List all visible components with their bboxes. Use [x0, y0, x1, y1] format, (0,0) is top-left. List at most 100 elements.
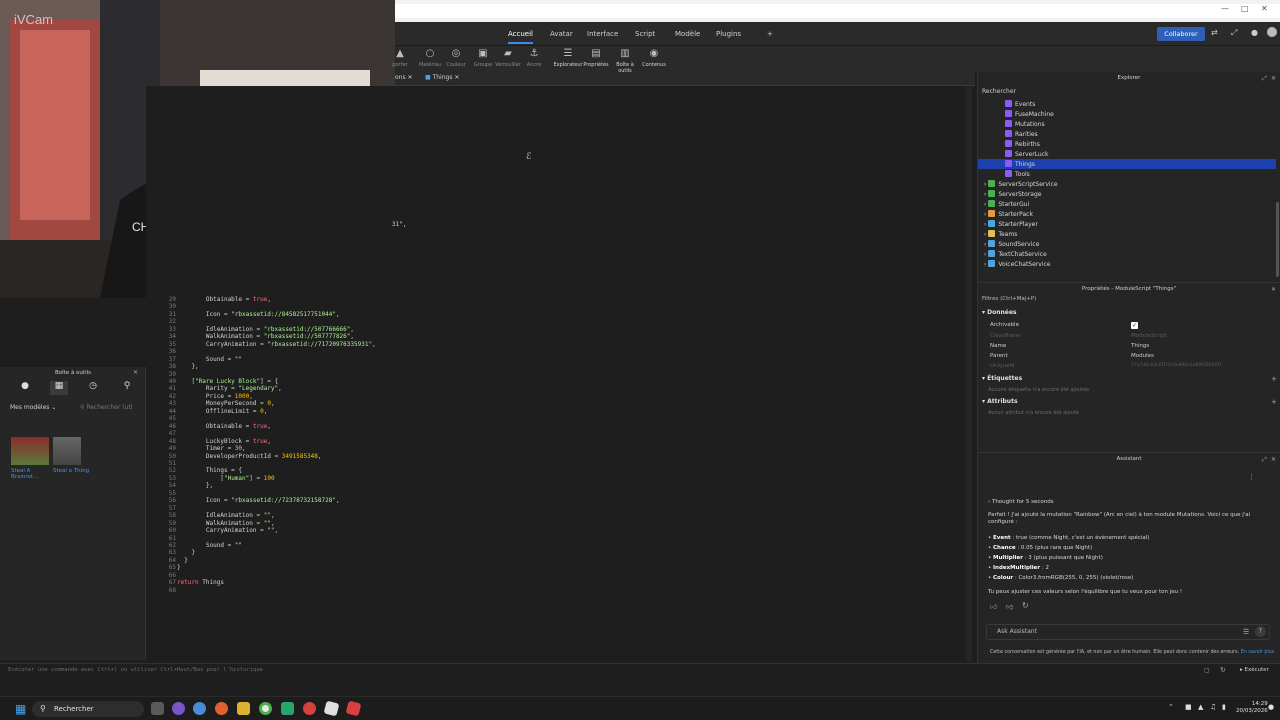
explorer-item-textchatservice[interactable]: › TextChatService [984, 250, 1047, 260]
command-bar[interactable]: Exécuter une commande avec Ctrl+) ou uti… [0, 663, 1280, 677]
model-steal-a-brainrot[interactable]: Steal A Brainrot... [11, 437, 51, 480]
bookmark-icon[interactable]: ▢ [1204, 667, 1210, 674]
roblox-studio-icon[interactable] [323, 700, 340, 717]
undock-icon[interactable]: ⤢ [1262, 456, 1267, 464]
section-tags[interactable]: ▾ Étiquettes [982, 375, 1022, 382]
editor-tab-partial[interactable]: ons ✕ [395, 74, 413, 81]
close-tab-icon[interactable]: ✕ [454, 74, 459, 81]
collaborate-button[interactable]: Collaborer [1157, 27, 1205, 41]
avatar[interactable] [1267, 27, 1277, 37]
explorer-item-starterplayer[interactable]: › StarterPlayer [984, 220, 1038, 230]
code-content[interactable]: Obtainable = true, Icon = "rbxassetid://… [177, 296, 376, 587]
file-explorer-icon[interactable] [237, 702, 250, 715]
app-icon[interactable] [172, 702, 185, 715]
share-icon[interactable]: ⇄ [1211, 28, 1218, 37]
app-icon[interactable] [215, 702, 228, 715]
app-icon[interactable] [193, 702, 206, 715]
pin-icon[interactable]: ⚲ [118, 381, 136, 395]
contents-button[interactable]: ◉ Contenus [639, 48, 669, 68]
close-icon[interactable]: ✕ [1271, 456, 1276, 463]
ribbon-partial-button[interactable]: ▲ porter [385, 48, 415, 68]
anchor-button[interactable]: ⚓ Ancre [519, 48, 549, 68]
notification-icon[interactable]: ● [1268, 703, 1274, 711]
expand-icon[interactable]: ⤢ [1231, 28, 1237, 38]
prop-name-value[interactable]: Things [1131, 343, 1149, 349]
tray-chevron-icon[interactable]: ⌃ [1168, 703, 1174, 711]
tab-script[interactable]: Script [635, 30, 655, 38]
explorer-button[interactable]: ☰ Explorateur [553, 48, 583, 68]
learn-more-link[interactable]: En savoir plus [1241, 650, 1275, 655]
models-dropdown[interactable]: Mes modèles ⌄ [10, 404, 74, 414]
windows-start-icon[interactable]: ▦ [15, 702, 29, 716]
tab-interface[interactable]: Interface [587, 30, 618, 38]
close-icon[interactable]: ✕ [1271, 286, 1276, 293]
properties-button[interactable]: ▤ Propriétés [581, 48, 611, 68]
model-steal-a-thing[interactable]: Steal a Thing [53, 437, 93, 474]
battery-icon[interactable]: ▮ [1222, 703, 1226, 711]
close-icon[interactable]: ✕ [1271, 75, 1276, 82]
undock-icon[interactable]: ⤢ [1262, 75, 1267, 83]
taskbar-clock[interactable]: 14:29 20/03/2026 [1236, 701, 1268, 715]
send-icon[interactable]: ↑ [1255, 626, 1266, 637]
minimize-icon[interactable]: — [1221, 4, 1229, 13]
notification-icon[interactable]: ● [1251, 28, 1258, 37]
editor-scrollbar[interactable] [966, 86, 972, 662]
explorer-item-startergui[interactable]: › StarterGui [984, 200, 1029, 210]
explorer-item-serverstorage[interactable]: › ServerStorage [984, 190, 1041, 200]
wifi-icon[interactable]: ▲ [1198, 703, 1203, 711]
thumbs-up-icon[interactable]: 👍︎ [990, 602, 997, 611]
task-view-icon[interactable] [151, 702, 164, 715]
explorer-item-starterpack[interactable]: › StarterPack [984, 210, 1033, 220]
thought-toggle[interactable]: › Thought for 5 seconds [988, 499, 1054, 506]
section-data[interactable]: ▾ Données [982, 309, 1016, 316]
toolbox-button[interactable]: ▥ Boîte à outils [610, 48, 640, 74]
app-icon[interactable] [281, 702, 294, 715]
explorer-item-rarities[interactable]: Rarities [1005, 130, 1038, 140]
script-editor[interactable]: 31", 29 30 31 32 33 34 35 36 37 38 39 40 41 42 43 44 45 4… [146, 86, 972, 662]
inventory-icon[interactable]: ● [16, 381, 34, 395]
explorer-search-input[interactable]: Rechercher [982, 88, 1272, 97]
settings-icon[interactable]: ☰ [1243, 628, 1249, 636]
close-window-icon[interactable]: ✕ [1261, 4, 1268, 13]
tray-app-icon[interactable]: ■ [1185, 703, 1192, 711]
tab-modele[interactable]: Modèle [675, 30, 700, 38]
roblox-icon[interactable] [345, 700, 362, 717]
explorer-item-events[interactable]: Events [1005, 100, 1035, 110]
tab-plugins[interactable]: Plugins [716, 30, 741, 38]
explorer-item-serverluck[interactable]: ServerLuck [1005, 150, 1049, 160]
volume-icon[interactable]: ♫ [1210, 703, 1216, 711]
explorer-item-fusemachine[interactable]: FuseMachine [1005, 110, 1054, 120]
regenerate-icon[interactable]: ↻ [1022, 601, 1029, 610]
editor-tab-things[interactable]: ■ Things ✕ [425, 74, 459, 81]
explorer-scrollbar[interactable] [1276, 202, 1279, 277]
recent-icon[interactable]: ◷ [84, 381, 102, 395]
explorer-item-soundservice[interactable]: › SoundService [984, 240, 1039, 250]
add-tab-icon[interactable]: + [767, 30, 773, 38]
explorer-item-rebirths[interactable]: Rebirths [1005, 140, 1040, 150]
section-attributes[interactable]: ▾ Attributs [982, 398, 1018, 405]
taskbar-search[interactable]: ⚲ Rechercher [32, 701, 144, 717]
add-attribute-icon[interactable]: + [1271, 398, 1277, 406]
maximize-icon[interactable]: □ [1241, 4, 1249, 13]
explorer-item-teams[interactable]: › Teams [984, 230, 1017, 240]
run-button[interactable]: ▸ Exécuter [1240, 667, 1269, 673]
add-tag-icon[interactable]: + [1271, 375, 1277, 383]
tab-avatar[interactable]: Avatar [550, 30, 573, 38]
ask-assistant-input[interactable]: Ask Assistant [986, 624, 1270, 640]
explorer-item-voicechatservice[interactable]: › VoiceChatService [984, 260, 1050, 270]
close-tab-icon[interactable]: ✕ [408, 74, 413, 81]
explorer-item-serverscriptservice[interactable]: › ServerScriptService [984, 180, 1058, 190]
tab-accueil[interactable]: Accueil [508, 30, 533, 44]
chrome-icon[interactable] [259, 702, 272, 715]
explorer-item-things[interactable]: Things [1005, 160, 1035, 170]
marketplace-icon[interactable]: ▦ [50, 381, 68, 395]
color-button[interactable]: ◎ Couleur [441, 48, 471, 68]
explorer-item-tools[interactable]: Tools [1005, 170, 1030, 180]
history-icon[interactable]: ↻ [1220, 666, 1226, 674]
thumbs-down-icon[interactable]: 👎︎ [1006, 602, 1013, 611]
prop-parent-value[interactable]: Modules [1131, 353, 1154, 359]
toolbox-search-input[interactable]: ⚲ Rechercher (utl [80, 404, 144, 414]
close-icon[interactable]: ✕ [133, 369, 138, 376]
explorer-item-mutations[interactable]: Mutations [1005, 120, 1045, 130]
properties-filter-input[interactable]: Filtres (Ctrl+Maj+P) [982, 296, 1036, 302]
